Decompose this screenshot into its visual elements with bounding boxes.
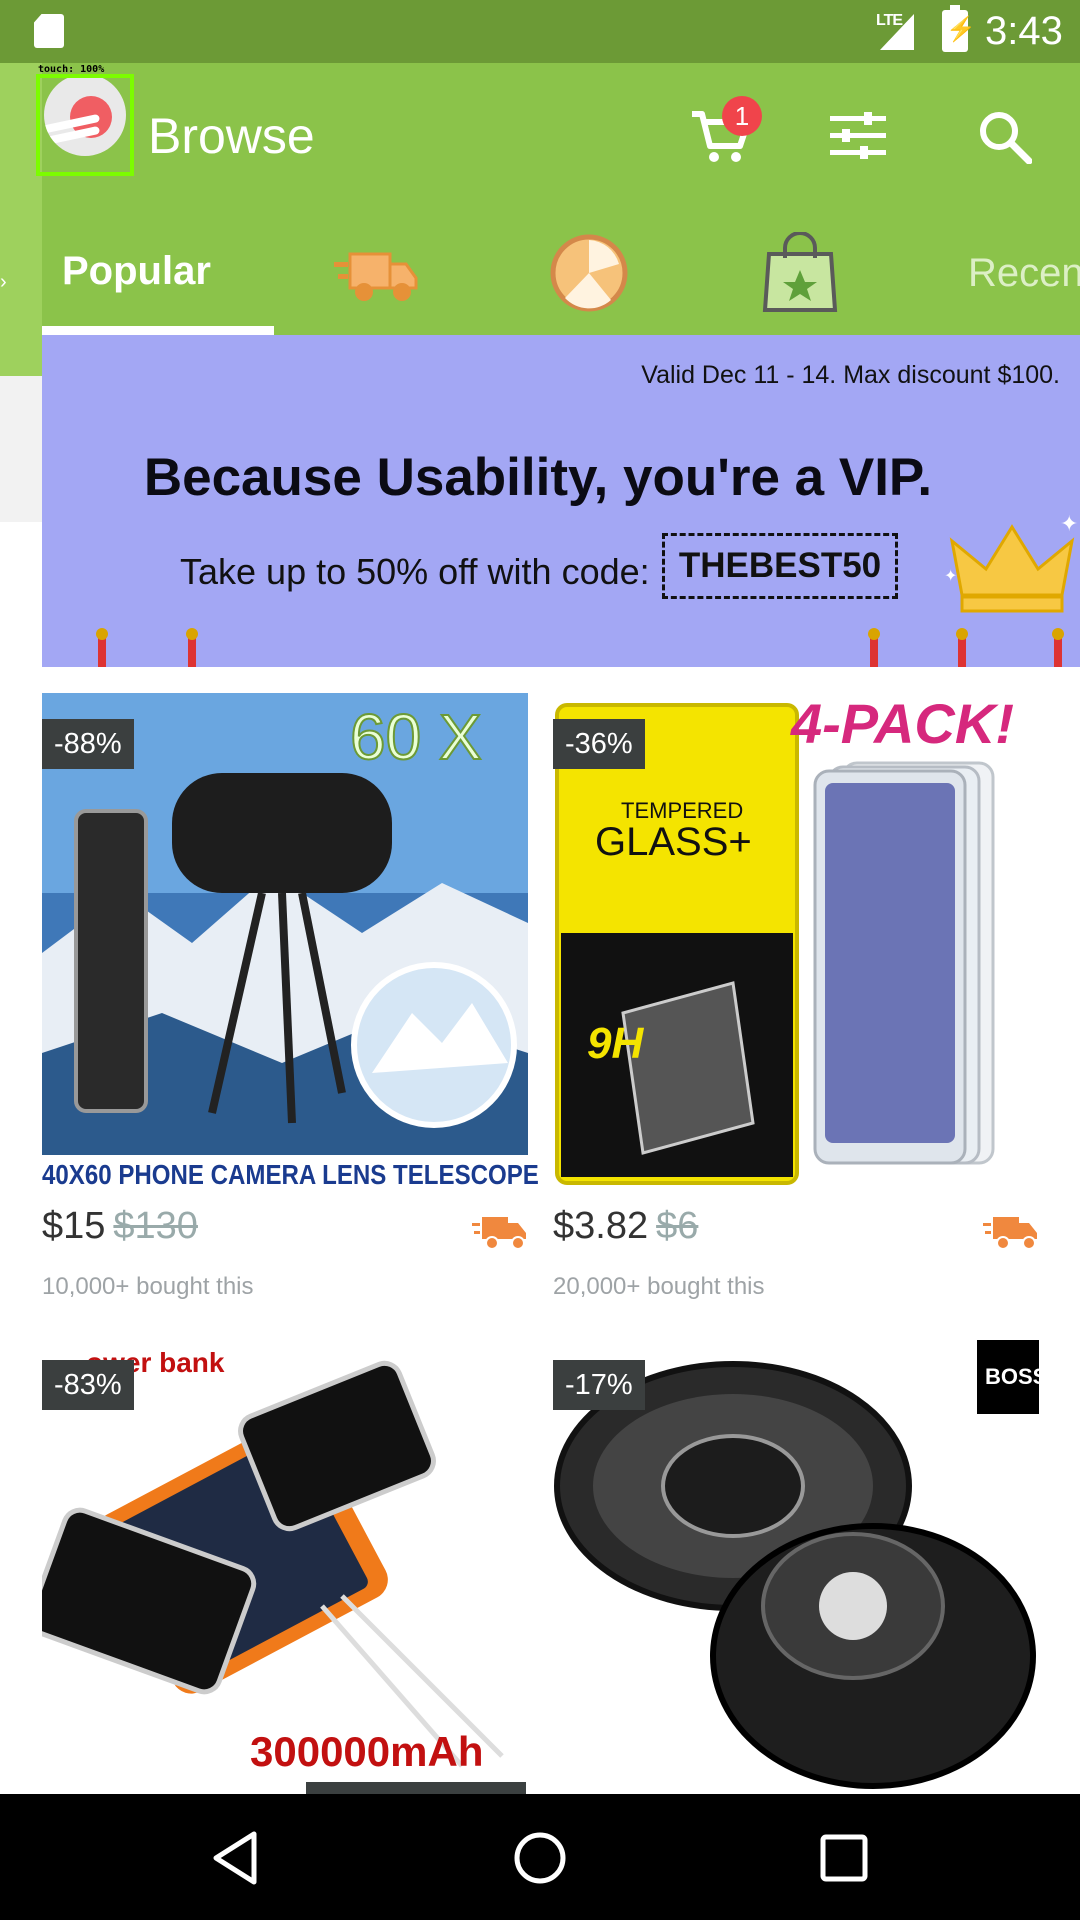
rope-post-icon	[96, 628, 108, 667]
promo-banner[interactable]: Valid Dec 11 - 14. Max discount $100. Be…	[42, 335, 1080, 667]
image-overlay-text: 4-PACK!	[790, 693, 1014, 755]
bought-count: 20,000+ bought this	[553, 1273, 765, 1300]
product-card[interactable]: BOSS -17%	[553, 1336, 1039, 1794]
filter-icon[interactable]	[830, 112, 886, 160]
tab-deals-icon[interactable]	[545, 232, 635, 314]
banner-offer-text: Take up to 50% off with code:	[180, 551, 650, 592]
touch-indicator	[36, 74, 134, 176]
image-caption: 300000mAh	[250, 1728, 483, 1775]
chevron-right-icon: ›	[0, 271, 7, 293]
tab-bag-icon[interactable]	[755, 232, 845, 314]
price-row: $15 $130	[42, 1205, 198, 1248]
shipping-truck-icon	[472, 1217, 526, 1250]
rope-post-icon	[868, 628, 880, 667]
discount-badge: -17%	[553, 1360, 645, 1410]
svg-text:✦: ✦	[1060, 511, 1078, 536]
banner-validity: Valid Dec 11 - 14. Max discount $100.	[641, 361, 1060, 389]
image-label: GLASS+	[595, 820, 752, 864]
rope-post-icon	[1052, 628, 1064, 667]
image-logo: BOSS	[985, 1364, 1039, 1389]
tab-popular[interactable]: Popular	[62, 248, 211, 294]
product-caption: 40X60 PHONE CAMERA LENS TELESCOPE	[42, 1159, 539, 1190]
app-bar	[0, 63, 1080, 335]
image-overlay-text: 60 X	[350, 701, 482, 773]
signal-icon	[880, 14, 914, 50]
price: $15	[42, 1205, 106, 1247]
home-icon[interactable]	[510, 1828, 570, 1888]
discount-badge: -83%	[42, 1360, 134, 1410]
tab-shipping-truck-icon[interactable]	[332, 232, 422, 314]
price: $3.82	[553, 1205, 649, 1247]
back-icon[interactable]	[206, 1828, 266, 1888]
discount-badge: -36%	[553, 719, 645, 769]
rope-post-icon	[956, 628, 968, 667]
tab-recent[interactable]: Recen	[968, 250, 1080, 296]
bought-count: 10,000+ bought this	[42, 1273, 254, 1300]
status-bar: LTE ⚡ 3:43	[0, 0, 1080, 63]
old-price: $6	[656, 1205, 699, 1247]
caption-strip: 40X60 PHONE CAMERA LENS TELESCOPE	[42, 1155, 539, 1195]
recents-icon[interactable]	[814, 1828, 874, 1888]
old-price: $130	[113, 1205, 198, 1247]
cart-count-badge: 1	[722, 96, 762, 136]
tab-indicator	[42, 326, 274, 335]
crown-icon: ✦ ✦	[944, 511, 1078, 613]
page-title: Browse	[148, 108, 315, 164]
banner-headline: Because Usability, you're a VIP.	[143, 448, 933, 507]
charging-icon: ⚡	[946, 16, 976, 43]
system-nav-bar	[0, 1794, 1080, 1920]
rope-post-icon	[186, 628, 198, 667]
search-icon[interactable]	[978, 110, 1032, 164]
clock: 3:43	[985, 9, 1063, 53]
product-card[interactable]: 60 X 40X60 PHONE CAMERA LENS TELESCOPE -…	[42, 693, 539, 1333]
promo-code: THEBEST50	[662, 533, 898, 599]
touch-label: touch: 100%	[38, 64, 105, 75]
svg-text:✦: ✦	[944, 568, 957, 585]
price-row: $3.82 $6	[553, 1205, 698, 1248]
discount-badge: -88%	[42, 719, 134, 769]
svg-text:9H: 9H	[587, 1019, 644, 1068]
scroll-indicator	[306, 1782, 526, 1794]
product-card[interactable]: ower bank 300000mAh -83%	[42, 1336, 528, 1794]
shipping-truck-icon	[983, 1217, 1037, 1250]
drawer-edge-panel	[0, 376, 42, 522]
product-card[interactable]: 9H TEMPERED GLASS+ 4-PACK! -36% $3.82 $6 …	[553, 693, 1039, 1333]
sd-card-icon	[34, 14, 64, 48]
